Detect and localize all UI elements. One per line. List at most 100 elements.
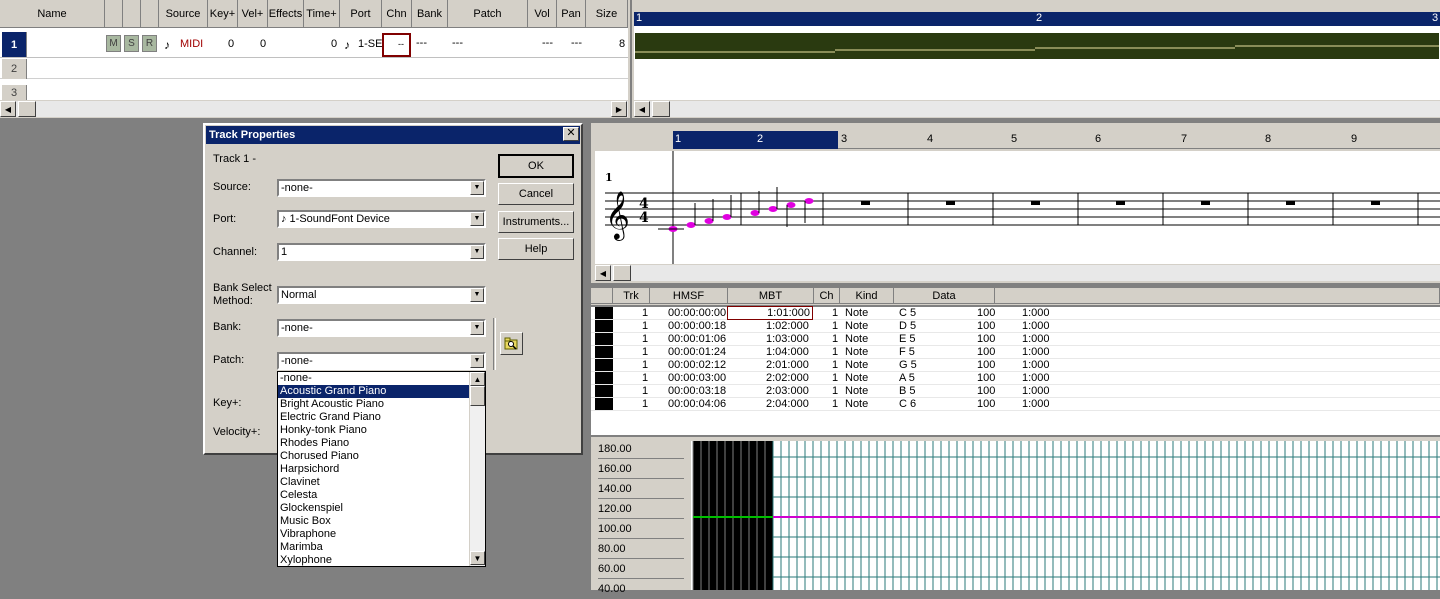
scroll-right-icon[interactable]: ▶ — [611, 101, 627, 117]
patch-dropdown-list[interactable]: -none- Acoustic Grand Piano Bright Acous… — [277, 371, 486, 567]
track-key[interactable]: 0 — [228, 38, 234, 50]
col-hmsf[interactable]: HMSF — [650, 288, 728, 304]
patch-list-scrollbar[interactable]: ▲ ▼ — [469, 372, 485, 566]
col-ch[interactable]: Ch — [814, 288, 840, 304]
col-vel[interactable]: Vel+ — [238, 0, 268, 28]
patch-option[interactable]: Rhodes Piano — [278, 437, 470, 450]
patch-browse-button[interactable] — [500, 332, 523, 355]
col-r[interactable] — [141, 0, 159, 28]
patch-option[interactable]: Bright Acoustic Piano — [278, 398, 470, 411]
event-row[interactable]: 1 00:00:03:18 2:03:000 1 Note B 5 100 1:… — [591, 385, 1440, 398]
event-row[interactable]: 1 00:00:00:18 1:02:000 1 Note D 5 100 1:… — [591, 320, 1440, 333]
dialog-titlebar[interactable]: Track Properties — [206, 126, 580, 144]
track-pan[interactable]: --- — [571, 37, 582, 49]
staff-hscrollbar[interactable]: ◀ — [595, 264, 1440, 281]
col-source[interactable]: Source — [159, 0, 208, 28]
patch-option[interactable]: Electric Grand Piano — [278, 411, 470, 424]
track-source[interactable]: MIDI — [180, 38, 203, 50]
scroll-thumb[interactable] — [470, 386, 485, 406]
col-effects[interactable]: Effects — [268, 0, 304, 28]
col-s[interactable] — [123, 0, 141, 28]
dropdown-arrow-icon[interactable]: ▼ — [470, 321, 484, 335]
track-vol[interactable]: --- — [542, 37, 553, 49]
event-row[interactable]: 1 00:00:03:00 2:02:000 1 Note A 5 100 1:… — [591, 372, 1440, 385]
scroll-left-icon[interactable]: ◀ — [595, 265, 611, 281]
patch-option[interactable]: Harpsichord — [278, 463, 470, 476]
scroll-left-icon[interactable]: ◀ — [634, 101, 650, 117]
col-kind[interactable]: Kind — [840, 288, 894, 304]
clip-ruler[interactable]: 1 2 3 — [634, 12, 1440, 26]
col-chn[interactable]: Chn — [382, 0, 412, 28]
event-row[interactable]: 1 00:00:02:12 2:01:000 1 Note G 5 100 1:… — [591, 359, 1440, 372]
track-port[interactable]: 1-SE — [358, 38, 382, 50]
event-row[interactable]: 1 00:00:01:24 1:04:000 1 Note F 5 100 1:… — [591, 346, 1440, 359]
clip-hscrollbar[interactable]: ◀ — [634, 100, 1440, 117]
scroll-thumb[interactable] — [18, 101, 36, 117]
track-row-1[interactable]: 1 M S R ♪ MIDI 0 0 0 ♪ 1-SE -- --- --- -… — [0, 32, 628, 58]
patch-option[interactable]: Xylophone — [278, 554, 470, 566]
staff-ruler[interactable]: 1 2 3 4 5 6 7 8 9 — [673, 131, 1440, 149]
scroll-down-icon[interactable]: ▼ — [470, 551, 485, 565]
channel-select[interactable]: 1 ▼ — [277, 243, 486, 261]
col-bank[interactable]: Bank — [412, 0, 448, 28]
port-select[interactable]: ♪ 1-SoundFont Device ▼ — [277, 210, 486, 228]
col-vol[interactable]: Vol — [528, 0, 557, 28]
patch-option[interactable]: Glockenspiel — [278, 502, 470, 515]
event-row[interactable]: 1 00:00:04:06 2:04:000 1 Note C 6 100 1:… — [591, 398, 1440, 411]
scroll-thumb[interactable] — [652, 101, 670, 117]
dropdown-arrow-icon[interactable]: ▼ — [470, 288, 484, 302]
source-select[interactable]: -none- ▼ — [277, 179, 486, 197]
patch-option[interactable]: -none- — [278, 372, 470, 385]
track-vel[interactable]: 0 — [260, 38, 266, 50]
cancel-button[interactable]: Cancel — [498, 183, 574, 205]
track-number[interactable]: 1 — [2, 32, 27, 57]
patch-option[interactable]: Honky-tonk Piano — [278, 424, 470, 437]
scroll-up-icon[interactable]: ▲ — [470, 372, 485, 386]
patch-option-selected[interactable]: Acoustic Grand Piano — [278, 385, 470, 398]
col-patch[interactable]: Patch — [448, 0, 528, 28]
dropdown-arrow-icon[interactable]: ▼ — [470, 245, 484, 259]
midi-clip[interactable] — [635, 33, 1439, 59]
col-marker[interactable] — [591, 288, 613, 304]
track-number[interactable]: 2 — [2, 59, 27, 79]
col-time[interactable]: Time+ — [304, 0, 340, 28]
track-name-field[interactable] — [28, 35, 104, 52]
ev-mbt[interactable]: 1:01:000 — [727, 306, 813, 320]
col-size[interactable]: Size — [586, 0, 628, 28]
patch-option[interactable]: Vibraphone — [278, 528, 470, 541]
col-pan[interactable]: Pan — [557, 0, 586, 28]
dropdown-arrow-icon[interactable]: ▼ — [470, 181, 484, 195]
col-name[interactable]: Name — [0, 0, 105, 28]
bank-method-select[interactable]: Normal ▼ — [277, 286, 486, 304]
ok-button[interactable]: OK — [498, 154, 574, 178]
help-button[interactable]: Help — [498, 238, 574, 260]
event-row[interactable]: 1 00:00:01:06 1:03:000 1 Note E 5 100 1:… — [591, 333, 1440, 346]
clip-area[interactable] — [634, 26, 1440, 100]
bank-select[interactable]: -none- ▼ — [277, 319, 486, 337]
patch-option[interactable]: Music Box — [278, 515, 470, 528]
track-patch[interactable]: --- — [452, 37, 463, 49]
col-m[interactable] — [105, 0, 123, 28]
event-row[interactable]: 1 00:00:00:00 1:01:000 1 Note C 5 100 1:… — [591, 306, 1440, 320]
patch-option[interactable]: Marimba — [278, 541, 470, 554]
col-port[interactable]: Port — [340, 0, 382, 28]
track-number[interactable]: 3 — [2, 85, 27, 100]
instruments-button[interactable]: Instruments... — [498, 211, 574, 233]
dropdown-arrow-icon[interactable]: ▼ — [470, 212, 484, 226]
col-trk[interactable]: Trk — [613, 288, 650, 304]
col-data[interactable]: Data — [894, 288, 995, 304]
track-row-3[interactable]: 3 — [0, 80, 628, 100]
dropdown-arrow-icon[interactable]: ▼ — [470, 354, 484, 368]
patch-select[interactable]: -none- ▼ — [277, 352, 486, 370]
col-key[interactable]: Key+ — [208, 0, 238, 28]
scroll-thumb[interactable] — [613, 265, 631, 281]
track-chn-cell[interactable]: -- — [382, 33, 411, 57]
track-bank[interactable]: --- — [416, 37, 427, 49]
track-hscrollbar[interactable]: ◀ ▶ — [0, 100, 628, 117]
patch-option[interactable]: Clavinet — [278, 476, 470, 489]
patch-option[interactable]: Chorused Piano — [278, 450, 470, 463]
mute-button[interactable]: M — [106, 35, 121, 52]
record-button[interactable]: R — [142, 35, 157, 52]
patch-option[interactable]: Celesta — [278, 489, 470, 502]
col-mbt[interactable]: MBT — [728, 288, 814, 304]
